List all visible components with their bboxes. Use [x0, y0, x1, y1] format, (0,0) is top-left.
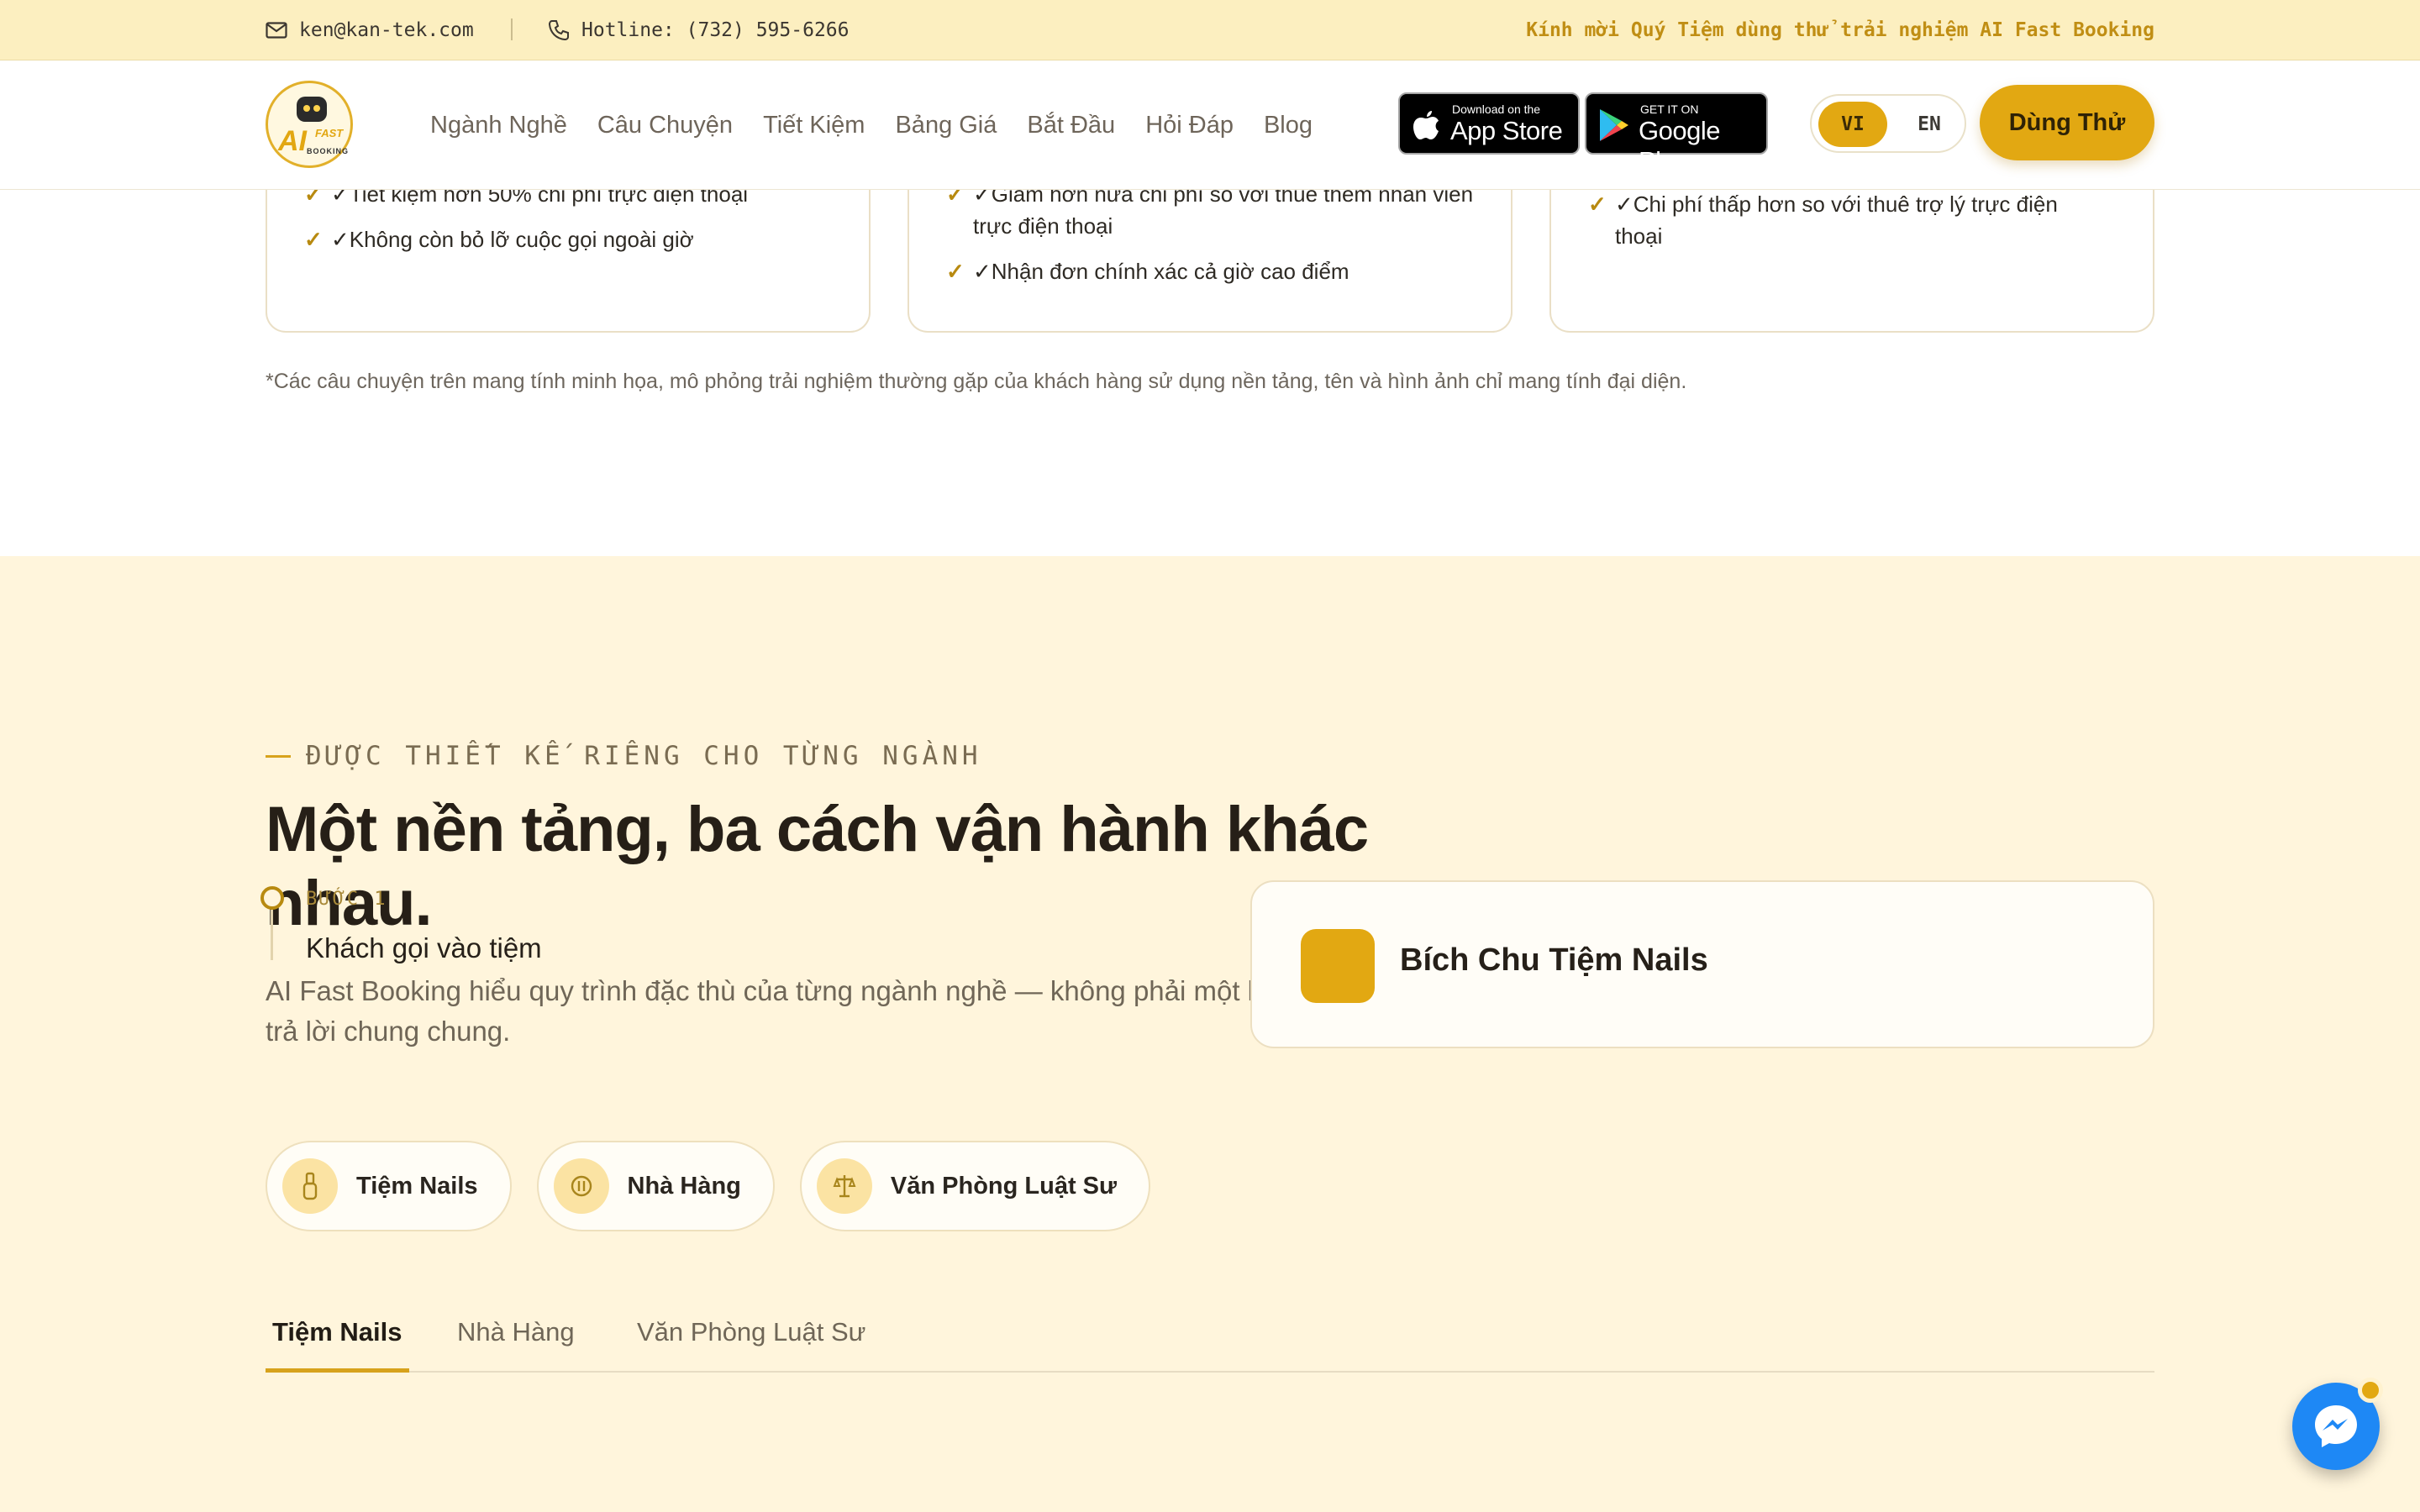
pill-van-phong-luat-su[interactable]: Văn Phòng Luật Sư: [799, 1141, 1151, 1231]
brand-logo[interactable]: AI FAST BOOKING: [266, 81, 353, 168]
step-connector: [271, 910, 273, 960]
industry-tabs: Tiệm Nails Nhà Hàng Văn Phòng Luật Sư: [266, 1309, 2154, 1373]
language-switcher: VI EN: [1810, 94, 1966, 153]
nav-bat-dau[interactable]: Bắt Đầu: [1027, 112, 1115, 139]
email-contact[interactable]: ken@kan-tek.com: [266, 0, 474, 60]
google-play-big: Google Play: [1639, 116, 1720, 176]
scales-icon: [816, 1158, 872, 1214]
robot-icon: [297, 97, 327, 122]
logo-ai: AI: [278, 125, 307, 157]
lang-en-button[interactable]: EN: [1896, 102, 1963, 147]
try-now-button[interactable]: Dùng Thử: [1980, 85, 2154, 160]
testimonial-point: ✓Nhận đơn chính xác cả giờ cao điểm: [946, 255, 1476, 287]
pill-label: Văn Phòng Luật Sư: [890, 1172, 1118, 1200]
logo-fast: FAST: [315, 127, 344, 139]
section-eyebrow: ĐƯỢC THIẾT KẾ RIÊNG CHO TỪNG NGÀNH: [266, 741, 982, 771]
industry-pills: Tiệm Nails Nhà Hàng Văn Phòng Luật Sư: [266, 1141, 1151, 1231]
pill-nha-hang[interactable]: Nhà Hàng: [536, 1141, 775, 1231]
business-icon: [1301, 929, 1375, 1003]
industry-preview-card: Bích Chu Tiệm Nails: [1250, 880, 2154, 1048]
testimonial-point: ✓Không còn bỏ lỡ cuộc gọi ngoài giờ: [304, 223, 748, 255]
testimonial-point: ✓Chi phí thấp hơn so với thuê trợ lý trự…: [1588, 188, 2092, 252]
messenger-icon: [2315, 1405, 2357, 1447]
step-title: Khách gọi vào tiệm: [306, 932, 542, 963]
app-store-big: App Store: [1450, 116, 1563, 145]
nav-hoi-dap[interactable]: Hỏi Đáp: [1145, 112, 1234, 139]
main-header: AI FAST BOOKING Ngành Nghề Câu Chuyện Ti…: [0, 60, 2420, 190]
google-play-icon: [1600, 109, 1628, 141]
nav-nganh-nghe[interactable]: Ngành Nghề: [430, 112, 567, 139]
logo-booking: BOOKING: [307, 147, 350, 155]
pill-tiem-nails[interactable]: Tiệm Nails: [266, 1141, 512, 1231]
lang-vi-button[interactable]: VI: [1818, 102, 1887, 147]
step-label: BƯỚC 1: [306, 889, 388, 910]
preview-title: Bích Chu Tiệm Nails: [1400, 942, 1708, 978]
notification-dot: [2358, 1378, 2383, 1403]
hotline-contact[interactable]: Hotline: (732) 595-6266: [548, 0, 850, 60]
nail-polish-icon: [282, 1158, 338, 1214]
email-text: ken@kan-tek.com: [299, 19, 474, 41]
disclaimer-text: *Các câu chuyện trên mang tính minh họa,…: [266, 370, 1687, 393]
nav-bang-gia[interactable]: Bảng Giá: [895, 112, 997, 139]
tab-tiem-nails[interactable]: Tiệm Nails: [266, 1309, 409, 1373]
app-store-button[interactable]: Download on the App Store: [1398, 92, 1580, 155]
nav-blog[interactable]: Blog: [1264, 112, 1313, 139]
apple-icon: [1413, 111, 1439, 139]
pill-label: Tiệm Nails: [356, 1172, 478, 1200]
divider: [511, 18, 513, 40]
google-play-small: GET IT ON: [1640, 102, 1699, 116]
app-store-small: Download on the: [1452, 102, 1541, 116]
promo-text: Kính mời Quý Tiệm dùng thử trải nghiệm A…: [1526, 19, 2154, 41]
tab-van-phong-luat-su[interactable]: Văn Phòng Luật Sư: [637, 1309, 865, 1373]
google-play-button[interactable]: GET IT ON Google Play: [1585, 92, 1768, 176]
main-nav: Ngành Nghề Câu Chuyện Tiết Kiệm Bảng Giá…: [430, 60, 1343, 190]
top-info-bar: ken@kan-tek.com Hotline: (732) 595-6266 …: [0, 0, 2420, 60]
phone-icon: [548, 20, 569, 41]
mail-icon: [266, 22, 287, 39]
restaurant-icon: [553, 1158, 609, 1214]
tab-nha-hang[interactable]: Nhà Hàng: [457, 1309, 575, 1373]
hotline-text: Hotline: (732) 595-6266: [581, 19, 850, 41]
section-subtitle: AI Fast Booking hiểu quy trình đặc thù c…: [266, 975, 1351, 1047]
pill-label: Nhà Hàng: [627, 1172, 741, 1200]
step-marker: [260, 886, 284, 910]
nav-tiet-kiem[interactable]: Tiết Kiệm: [763, 112, 865, 139]
nav-cau-chuyen[interactable]: Câu Chuyện: [597, 112, 733, 139]
